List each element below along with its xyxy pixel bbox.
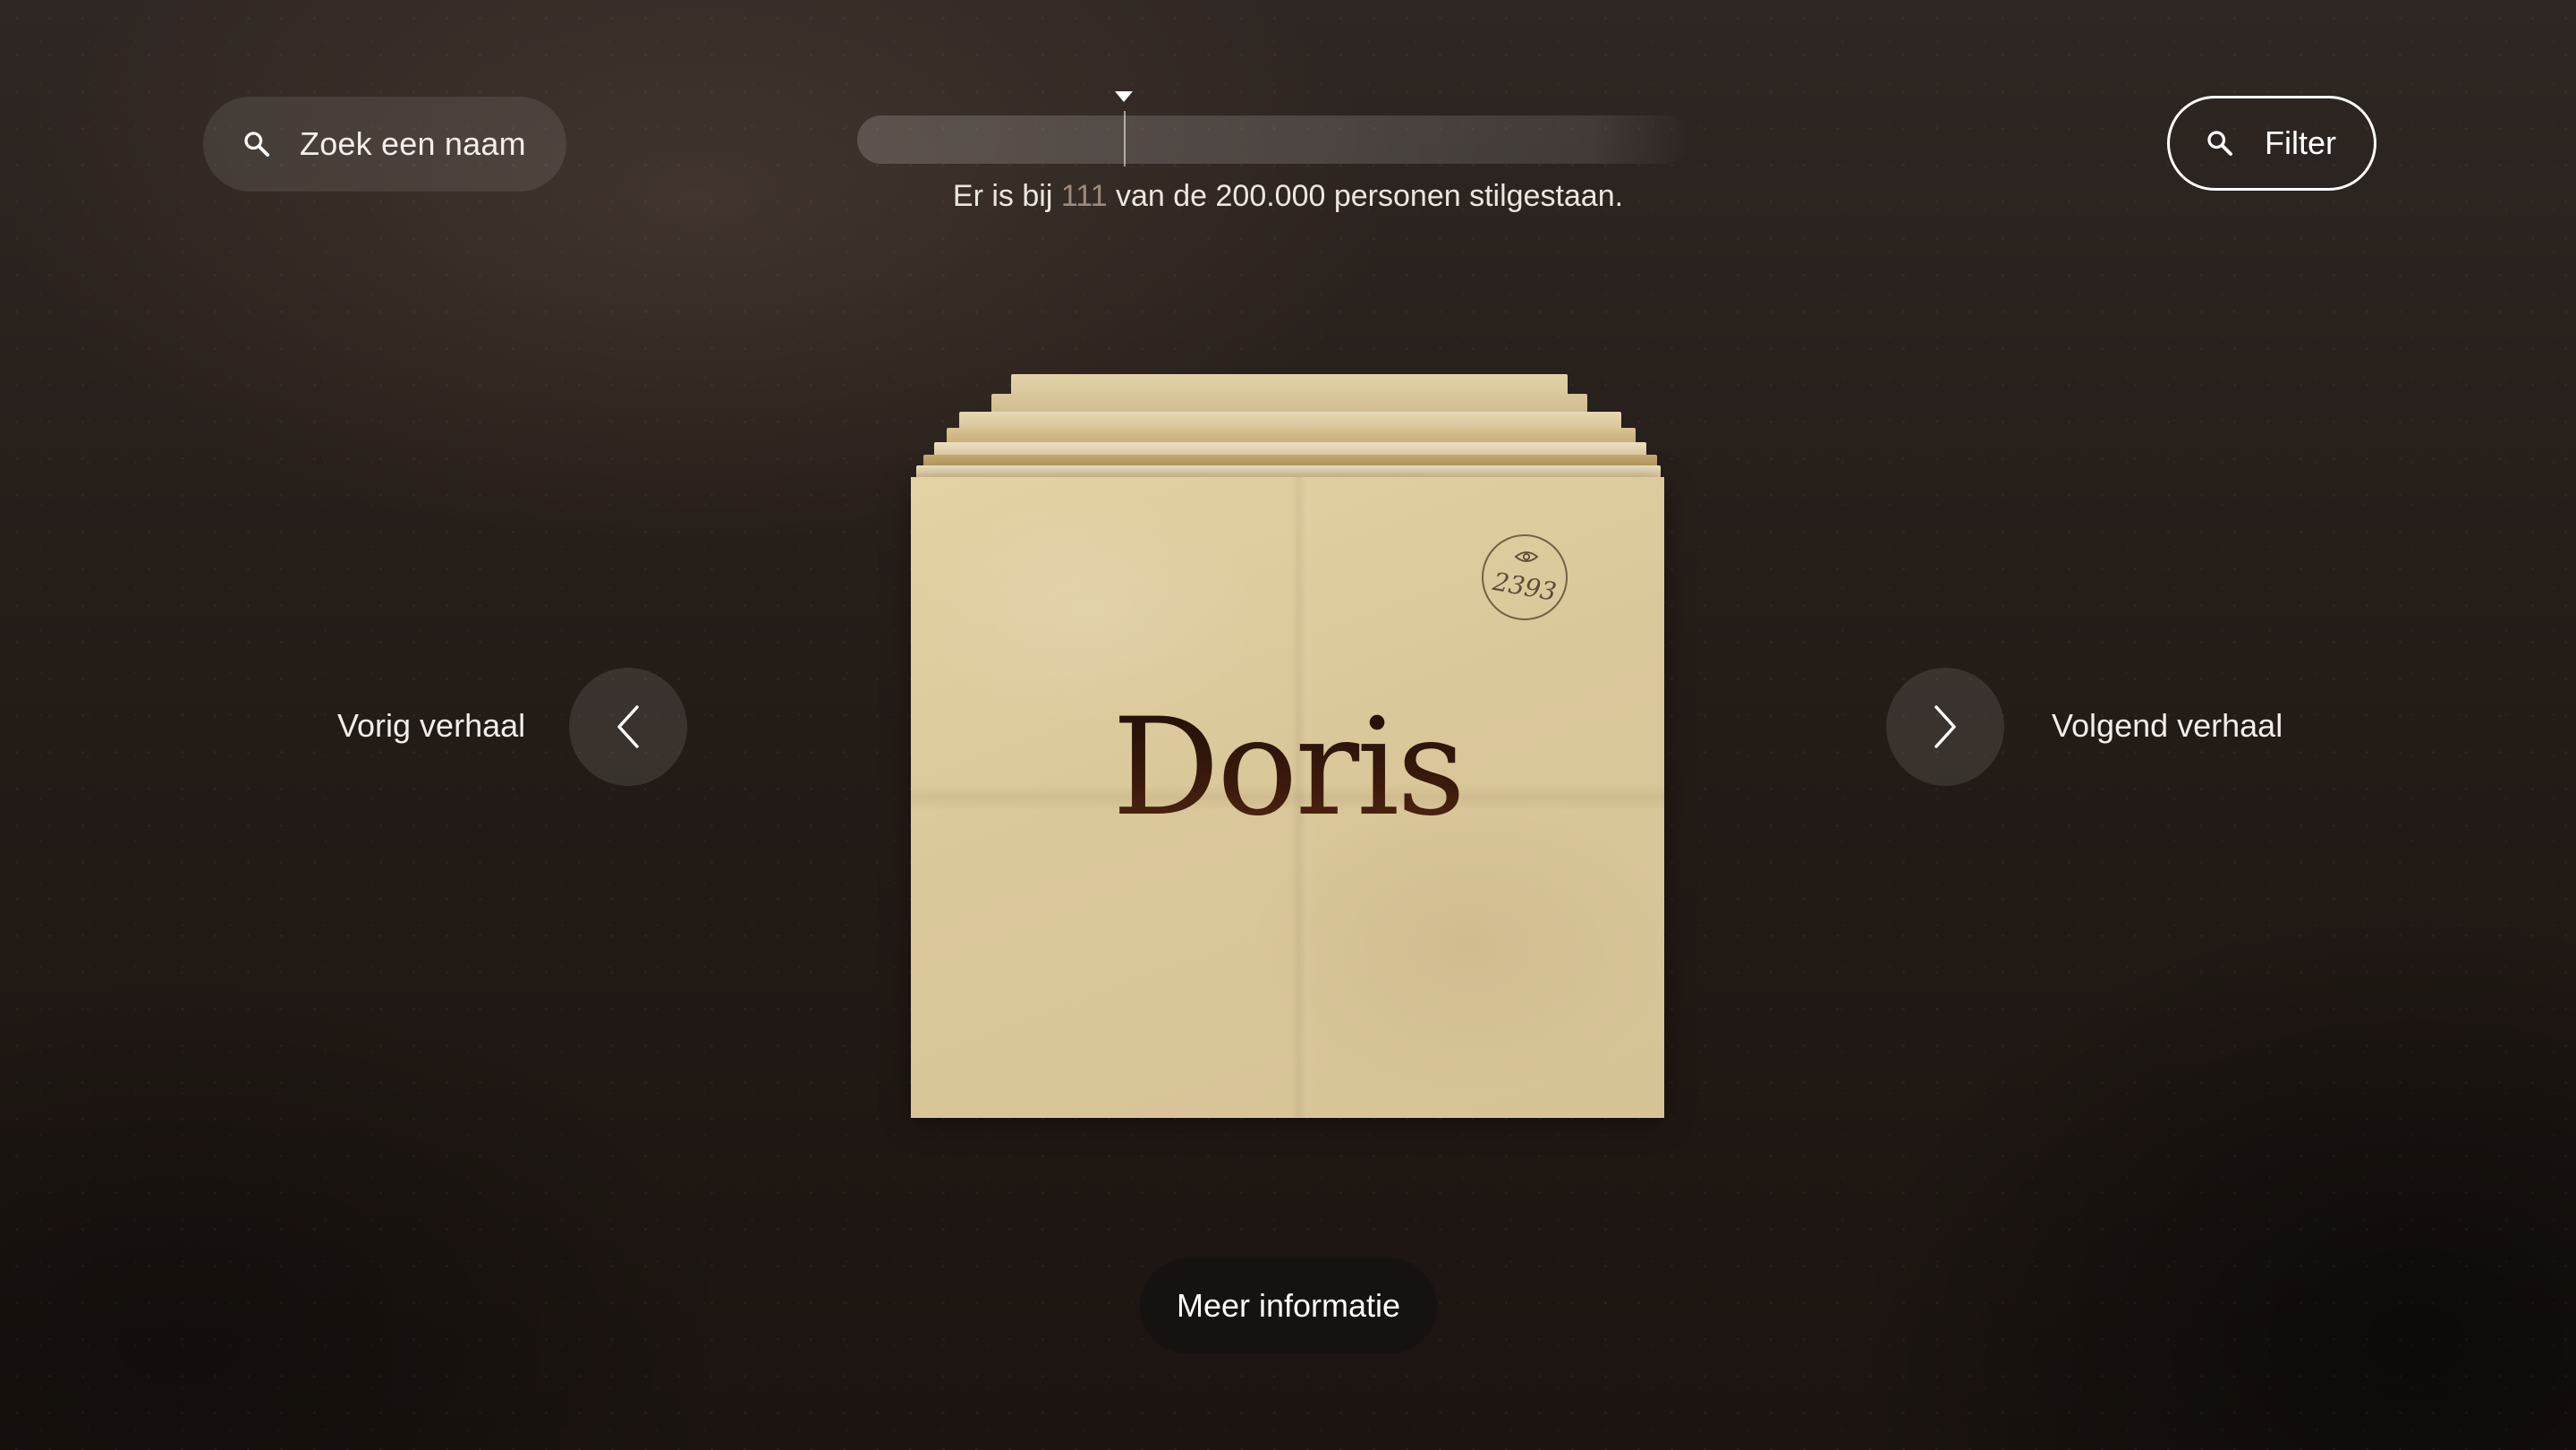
progress-count: 111	[1060, 179, 1108, 213]
search-icon	[2204, 127, 2236, 159]
filter-label: Filter	[2265, 124, 2336, 161]
story-card[interactable]: 2393 Doris	[911, 477, 1664, 1118]
search-name-button[interactable]: Zoek een naam	[203, 97, 566, 192]
person-name: Doris	[911, 690, 1664, 846]
next-story-label[interactable]: Volgend verhaal	[2052, 707, 2283, 745]
progress-caption: Er is bij 111 van de 200.000 personen st…	[0, 179, 2576, 214]
chevron-left-icon	[610, 702, 646, 752]
previous-story-button[interactable]	[569, 668, 687, 786]
progress-marker-icon	[1115, 91, 1133, 102]
view-count-stamp: 2393	[1482, 534, 1568, 620]
search-icon	[241, 128, 273, 160]
progress-text-after: van de 200.000 personen stilgestaan.	[1107, 179, 1624, 213]
view-count: 2393	[1491, 567, 1559, 607]
progress-text-before: Er is bij	[952, 179, 1061, 213]
previous-story-label[interactable]: Vorig verhaal	[337, 707, 525, 745]
next-story-button[interactable]	[1886, 668, 2004, 786]
progress-bar	[857, 115, 1689, 164]
search-label: Zoek een naam	[300, 125, 526, 162]
filter-button[interactable]: Filter	[2167, 96, 2376, 191]
progress-position-line	[1124, 111, 1126, 166]
eye-icon	[1514, 549, 1539, 565]
chevron-right-icon	[1927, 702, 1963, 752]
more-info-button[interactable]: Meer informatie	[1140, 1258, 1437, 1353]
